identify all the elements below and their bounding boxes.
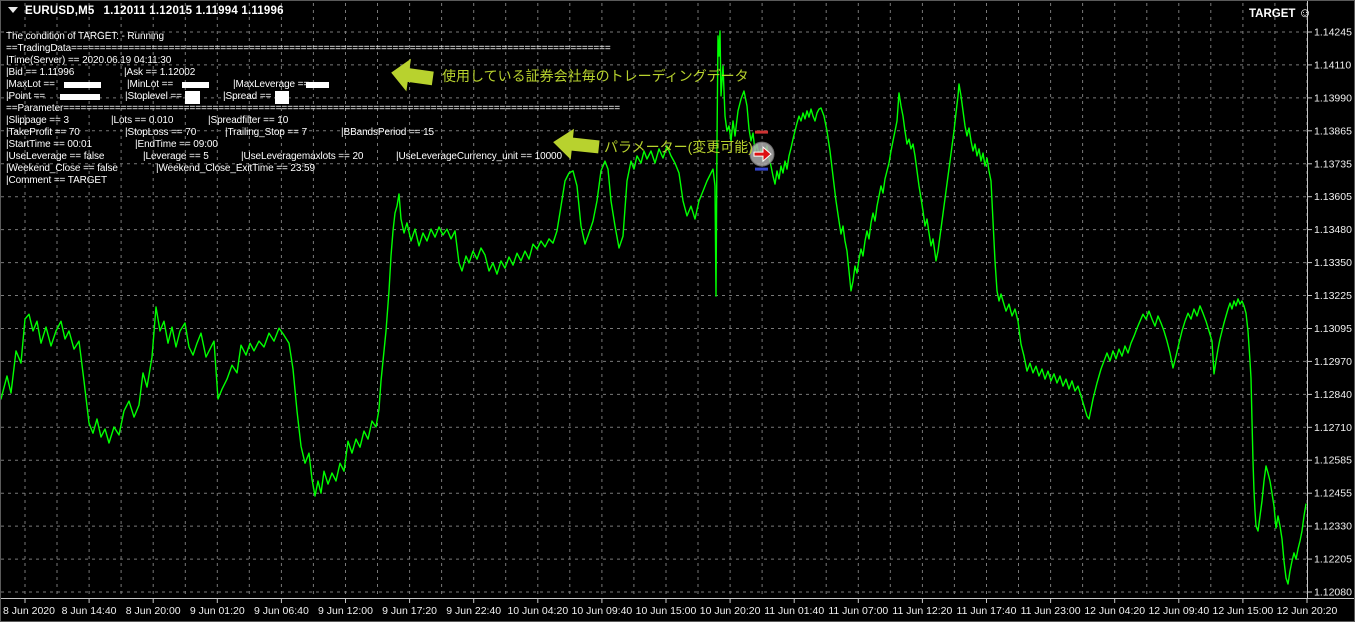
svg-text:1.13605: 1.13605	[1314, 191, 1352, 203]
comment-line-6: |Point == |Stoplevel == |Spread ==	[6, 91, 706, 104]
svg-text:9 Jun 01:20: 9 Jun 01:20	[190, 605, 245, 617]
svg-text:1.12455: 1.12455	[1314, 488, 1352, 500]
comment-text: ==Parameter=============================…	[6, 103, 621, 114]
comment-line-2: ==TradingData===========================…	[6, 43, 706, 55]
comment-text: |BBandsPeriod == 15	[341, 127, 434, 138]
symbol-timeframe-label: EURUSD,M5	[25, 5, 95, 17]
comment-line-7: ==Parameter=============================…	[6, 103, 706, 115]
comment-text: |Weekend_Close == false	[6, 163, 118, 174]
svg-text:1.12205: 1.12205	[1314, 554, 1352, 566]
comment-text: ==TradingData===========================…	[6, 43, 611, 54]
comment-text: |UseLeverageCurrency_unit == 10000	[396, 151, 562, 162]
svg-text:10 Jun 09:40: 10 Jun 09:40	[572, 605, 633, 617]
redacted-value-box	[64, 82, 101, 88]
comment-line-13: |Comment == TARGET	[6, 175, 706, 187]
ea-smiley-icon: ☺	[1298, 5, 1312, 20]
svg-text:8 Jun 14:40: 8 Jun 14:40	[62, 605, 117, 617]
comment-line-8: |Slippage == 3 |Lots == 0.010 |Spreadfilte…	[6, 115, 706, 127]
svg-text:10 Jun 20:20: 10 Jun 20:20	[700, 605, 761, 617]
svg-text:1.13990: 1.13990	[1314, 92, 1352, 104]
comment-text: |Ask == 1.12002	[124, 67, 196, 78]
comment-text: |Stoplevel ==	[125, 91, 185, 102]
svg-text:8 Jun 2020: 8 Jun 2020	[3, 605, 55, 617]
comment-text: |Comment == TARGET	[6, 175, 108, 186]
comment-text: |Lots == 0.010	[111, 115, 174, 126]
comment-text: |Slippage == 3	[6, 115, 69, 126]
ohlc-values: 1.12011 1.12015 1.11994 1.11996	[103, 5, 284, 17]
comment-text: |Point ==	[6, 91, 48, 102]
comment-text: |UseLeveragemaxlots == 20	[241, 151, 364, 162]
comment-line-1: The condition of TARGET: - Running	[6, 31, 706, 43]
svg-text:12 Jun 15:00: 12 Jun 15:00	[1213, 605, 1274, 617]
svg-text:1.12080: 1.12080	[1314, 587, 1352, 599]
svg-text:12 Jun 09:40: 12 Jun 09:40	[1148, 605, 1209, 617]
comment-line-9: |TakeProfit == 70 |StopLoss == 70 |Trailin…	[6, 127, 706, 139]
comment-text: |Trailing_Stop == 7	[225, 127, 308, 138]
comment-text: |UseLeverage == false	[6, 151, 105, 162]
comment-text: |TakeProfit == 70	[6, 127, 80, 138]
comment-line-11: |UseLeverage == false |Leverage == 5 |UseL…	[6, 151, 706, 163]
comment-text: |EndTime == 09:00	[135, 139, 218, 150]
svg-text:12 Jun 20:20: 12 Jun 20:20	[1277, 605, 1338, 617]
svg-text:9 Jun 12:00: 9 Jun 12:00	[318, 605, 373, 617]
comment-text: |MaxLot ==	[6, 79, 58, 90]
upper-level-dash	[755, 130, 768, 134]
chart-title-bar: EURUSD,M5 1.12011 1.12015 1.11994 1.11996	[8, 5, 284, 17]
comment-text: |Weekend_Close_ExitTime == 23:59	[156, 163, 315, 174]
comment-text: |MaxLeverage ==	[233, 79, 312, 90]
comment-line-10: |StartTime == 00:01 |EndTime == 09:00	[6, 139, 706, 151]
comment-line-12: |Weekend_Close == false |Weekend_Close_Ex…	[6, 163, 706, 175]
svg-text:1.12840: 1.12840	[1314, 389, 1352, 401]
svg-text:8 Jun 20:00: 8 Jun 20:00	[126, 605, 181, 617]
comment-text: |Spread ==	[223, 91, 274, 102]
symbol-dropdown-icon[interactable]	[8, 7, 18, 13]
svg-text:10 Jun 04:20: 10 Jun 04:20	[507, 605, 568, 617]
svg-text:1.13865: 1.13865	[1314, 125, 1352, 137]
svg-text:1.13735: 1.13735	[1314, 158, 1352, 170]
svg-text:9 Jun 17:20: 9 Jun 17:20	[382, 605, 437, 617]
comment-overlay: The condition of TARGET: - Running ==Trad…	[6, 31, 706, 191]
svg-text:1.12970: 1.12970	[1314, 356, 1352, 368]
svg-text:1.13225: 1.13225	[1314, 290, 1352, 302]
svg-text:1.12585: 1.12585	[1314, 455, 1352, 467]
svg-text:1.13480: 1.13480	[1314, 224, 1352, 236]
svg-text:1.12330: 1.12330	[1314, 521, 1352, 533]
redacted-value-box	[182, 82, 209, 88]
svg-text:9 Jun 22:40: 9 Jun 22:40	[446, 605, 501, 617]
comment-text: |Spreadfilter == 10	[208, 115, 289, 126]
svg-text:1.14110: 1.14110	[1314, 59, 1351, 71]
svg-text:1.13095: 1.13095	[1314, 323, 1352, 335]
redacted-value-box	[306, 82, 329, 88]
comment-text: The condition of TARGET: - Running	[6, 31, 164, 42]
svg-text:1.14245: 1.14245	[1314, 27, 1352, 39]
svg-text:10 Jun 15:00: 10 Jun 15:00	[636, 605, 697, 617]
comment-text: |StartTime == 00:01	[6, 139, 92, 150]
svg-text:1.12710: 1.12710	[1314, 422, 1352, 434]
annotation-trading-data[interactable]: 使用している証券会社毎のトレーディングデータ	[442, 66, 749, 86]
svg-text:9 Jun 06:40: 9 Jun 06:40	[254, 605, 309, 617]
mt4-chart-window: 1.14245 1.14110 1.13990 1.13865 1.13735 1.136…	[0, 0, 1355, 622]
comment-text: |Leverage == 5	[143, 151, 209, 162]
annotation-parameters[interactable]: パラメーター(変更可能)	[604, 137, 753, 157]
ea-name-badge: TARGET ☺	[1249, 5, 1312, 20]
comment-text: |Bid == 1.11996	[6, 67, 75, 78]
comment-text: |StopLoss == 70	[125, 127, 197, 138]
redacted-value-box	[60, 94, 100, 100]
svg-text:11 Jun 12:20: 11 Jun 12:20	[892, 605, 952, 617]
lower-level-dash	[755, 167, 768, 171]
svg-text:1.13350: 1.13350	[1314, 257, 1352, 269]
comment-text: |MinLot ==	[127, 79, 176, 90]
svg-text:12 Jun 04:20: 12 Jun 04:20	[1084, 605, 1145, 617]
svg-text:11 Jun 23:00: 11 Jun 23:00	[1021, 605, 1081, 617]
svg-text:11 Jun 01:40: 11 Jun 01:40	[764, 605, 824, 617]
ea-name-label: TARGET	[1249, 8, 1296, 20]
svg-text:11 Jun 07:00: 11 Jun 07:00	[828, 605, 888, 617]
svg-text:11 Jun 17:40: 11 Jun 17:40	[957, 605, 1017, 617]
comment-text: |Time(Server) == 2020.06.19 04:11:30	[6, 55, 172, 66]
